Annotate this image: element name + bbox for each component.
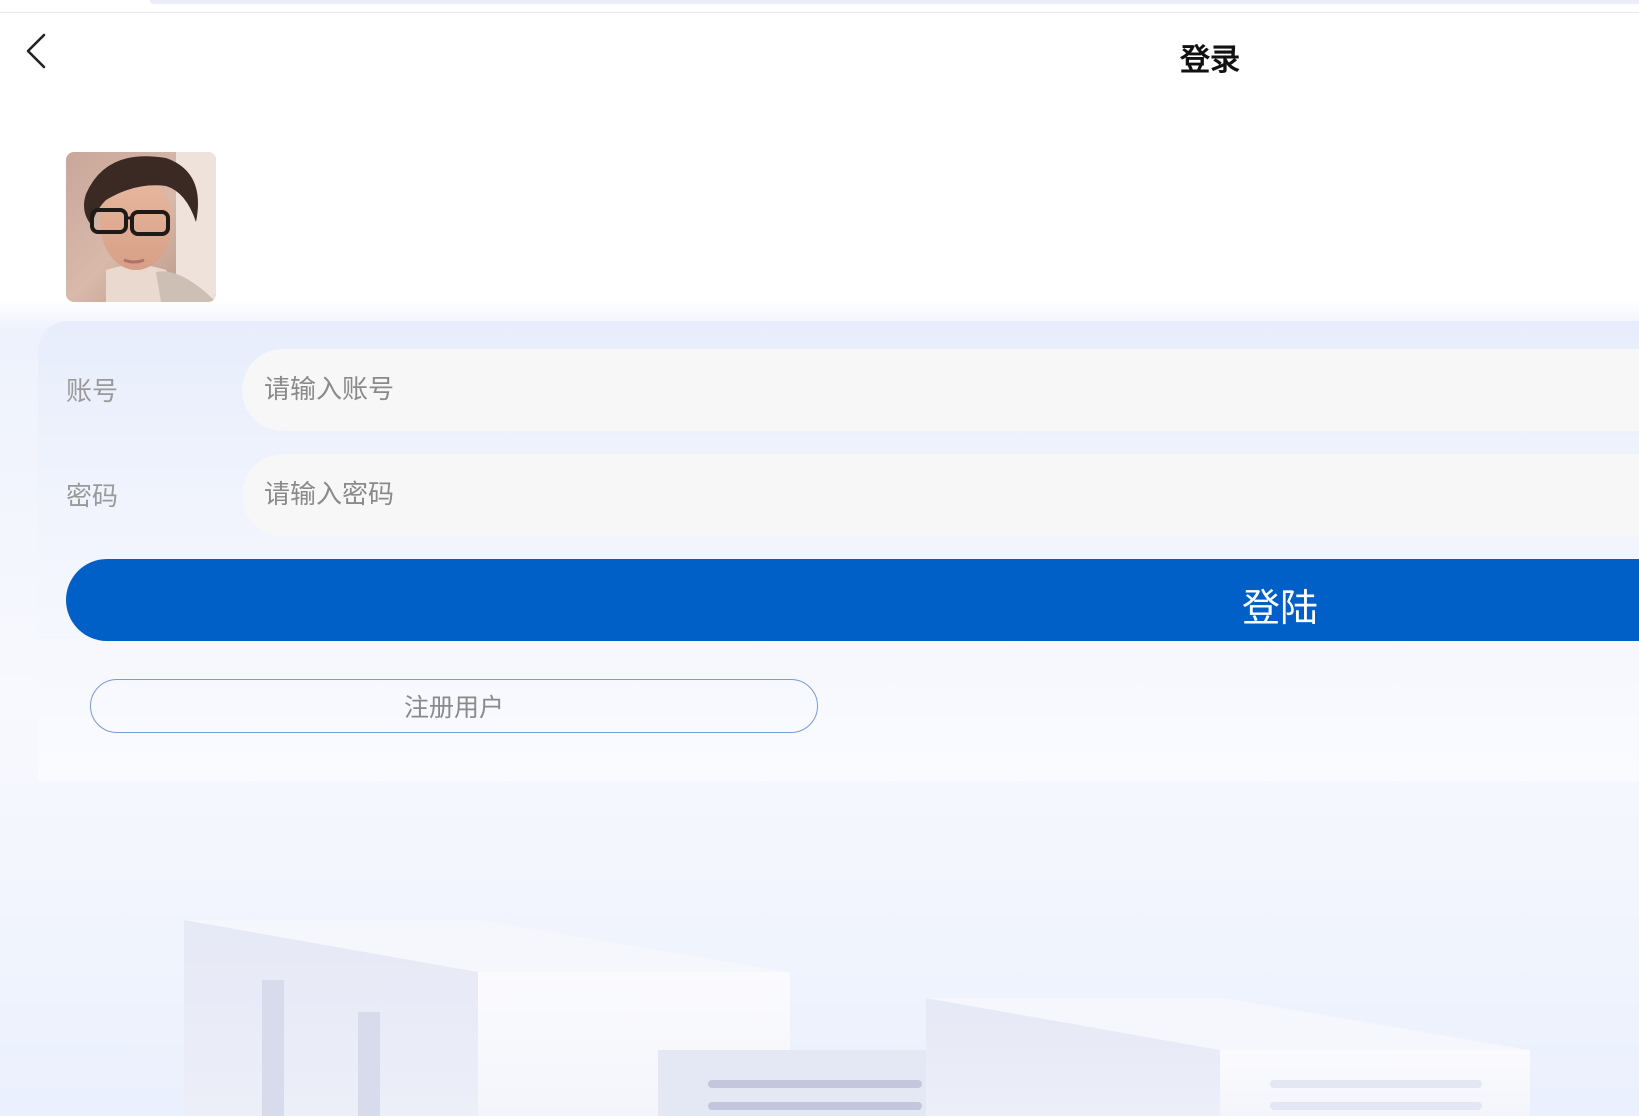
password-label: 密码 — [66, 482, 119, 512]
page-title: 登录 — [1180, 43, 1240, 78]
back-button[interactable] — [18, 29, 54, 73]
avatar-image — [66, 152, 216, 302]
login-page: 登录 账号 请输入账号 密码 登陆 注册用户 — [0, 0, 1639, 1116]
avatar — [66, 152, 216, 302]
background-buildings-illustration — [184, 920, 1530, 1116]
account-label: 账号 — [66, 377, 119, 407]
browser-top-strip — [0, 0, 1639, 13]
register-button[interactable]: 注册用户 — [90, 679, 818, 733]
password-input[interactable] — [242, 454, 1639, 536]
top-strip-bar — [150, 0, 1639, 4]
account-input[interactable] — [242, 349, 1639, 431]
login-button-label: 登陆 — [1242, 586, 1319, 630]
login-button[interactable]: 登陆 — [66, 559, 1639, 641]
header: 登录 — [0, 13, 1639, 93]
chevron-left-icon — [26, 33, 46, 69]
